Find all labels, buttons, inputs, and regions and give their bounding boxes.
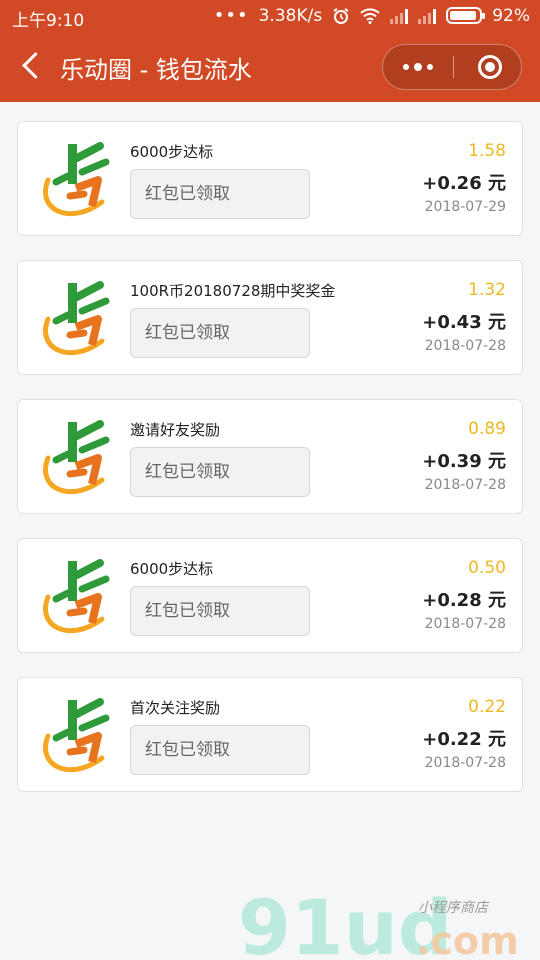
page-title: 乐动圈 - 钱包流水 [60,56,252,84]
status-icons: ••• 3.38K/s 92% [214,5,530,26]
battery-level: 92% [492,5,530,26]
watermark-domain: .com [416,919,519,960]
ledongquan-logo-icon [43,698,110,773]
status-time: 上午9:10 [12,11,85,31]
record-card[interactable]: 100R币20180728期中奖奖金 红包已领取 1.32 +0.43 元 20… [17,260,523,375]
record-total: 0.89 [468,419,506,439]
record-card[interactable]: 6000步达标 红包已领取 0.50 +0.28 元 2018-07-28 [17,538,523,653]
redpacket-status-button[interactable]: 红包已领取 [130,447,310,497]
record-date: 2018-07-28 [424,616,506,632]
wallet-record-list: 6000步达标 红包已领取 1.58 +0.26 元 2018-07-29 10… [17,121,523,816]
record-title: 6000步达标 [130,560,214,578]
record-amount: +0.43 元 [422,312,506,333]
more-menu-icon[interactable] [383,45,453,89]
record-amount: +0.28 元 [422,590,506,611]
record-date: 2018-07-28 [424,338,506,354]
record-card[interactable]: 首次关注奖励 红包已领取 0.22 +0.22 元 2018-07-28 [17,677,523,792]
watermark-tagline: 小程序商店 [418,900,490,916]
signal-icon-2 [418,8,437,24]
signal-icon [390,8,409,24]
ledongquan-logo-icon [43,559,110,634]
record-date: 2018-07-28 [424,477,506,493]
record-amount: +0.39 元 [422,451,506,472]
record-date: 2018-07-29 [424,199,506,215]
ledongquan-logo-icon [43,281,110,356]
wifi-icon [360,7,380,24]
network-speed: 3.38K/s [258,5,323,26]
ledongquan-logo-icon [43,142,110,217]
watermark-91ud-logo: 91ud .com 小程序商店 [238,883,519,960]
alarm-icon [333,7,349,24]
record-date: 2018-07-28 [424,755,506,771]
redpacket-status-button[interactable]: 红包已领取 [130,586,310,636]
record-amount: +0.22 元 [422,729,506,750]
more-dots-icon: ••• [213,5,249,26]
record-title: 6000步达标 [130,143,214,161]
record-title: 100R币20180728期中奖奖金 [130,282,336,300]
record-card[interactable]: 6000步达标 红包已领取 1.58 +0.26 元 2018-07-29 [17,121,523,236]
mini-program-capsule [382,44,522,90]
record-card[interactable]: 邀请好友奖励 红包已领取 0.89 +0.39 元 2018-07-28 [17,399,523,514]
record-title: 首次关注奖励 [130,699,221,717]
redpacket-status-button[interactable]: 红包已领取 [130,308,310,358]
record-title: 邀请好友奖励 [130,421,221,439]
header: 上午9:10 ••• 3.38K/s 92% 乐动圈 - 钱包流水 [0,0,540,102]
record-total: 1.58 [468,141,506,161]
redpacket-status-button[interactable]: 红包已领取 [130,169,310,219]
status-bar: 上午9:10 ••• 3.38K/s 92% [0,0,540,32]
battery-icon [446,7,486,24]
back-arrow-icon[interactable] [18,48,48,84]
record-total: 1.32 [468,280,506,300]
close-mini-program-icon[interactable] [478,55,502,79]
record-total: 0.50 [468,558,506,578]
capsule-divider [453,56,454,78]
record-total: 0.22 [468,697,506,717]
redpacket-status-button[interactable]: 红包已领取 [130,725,310,775]
record-amount: +0.26 元 [422,173,506,194]
ledongquan-logo-icon [43,420,110,495]
